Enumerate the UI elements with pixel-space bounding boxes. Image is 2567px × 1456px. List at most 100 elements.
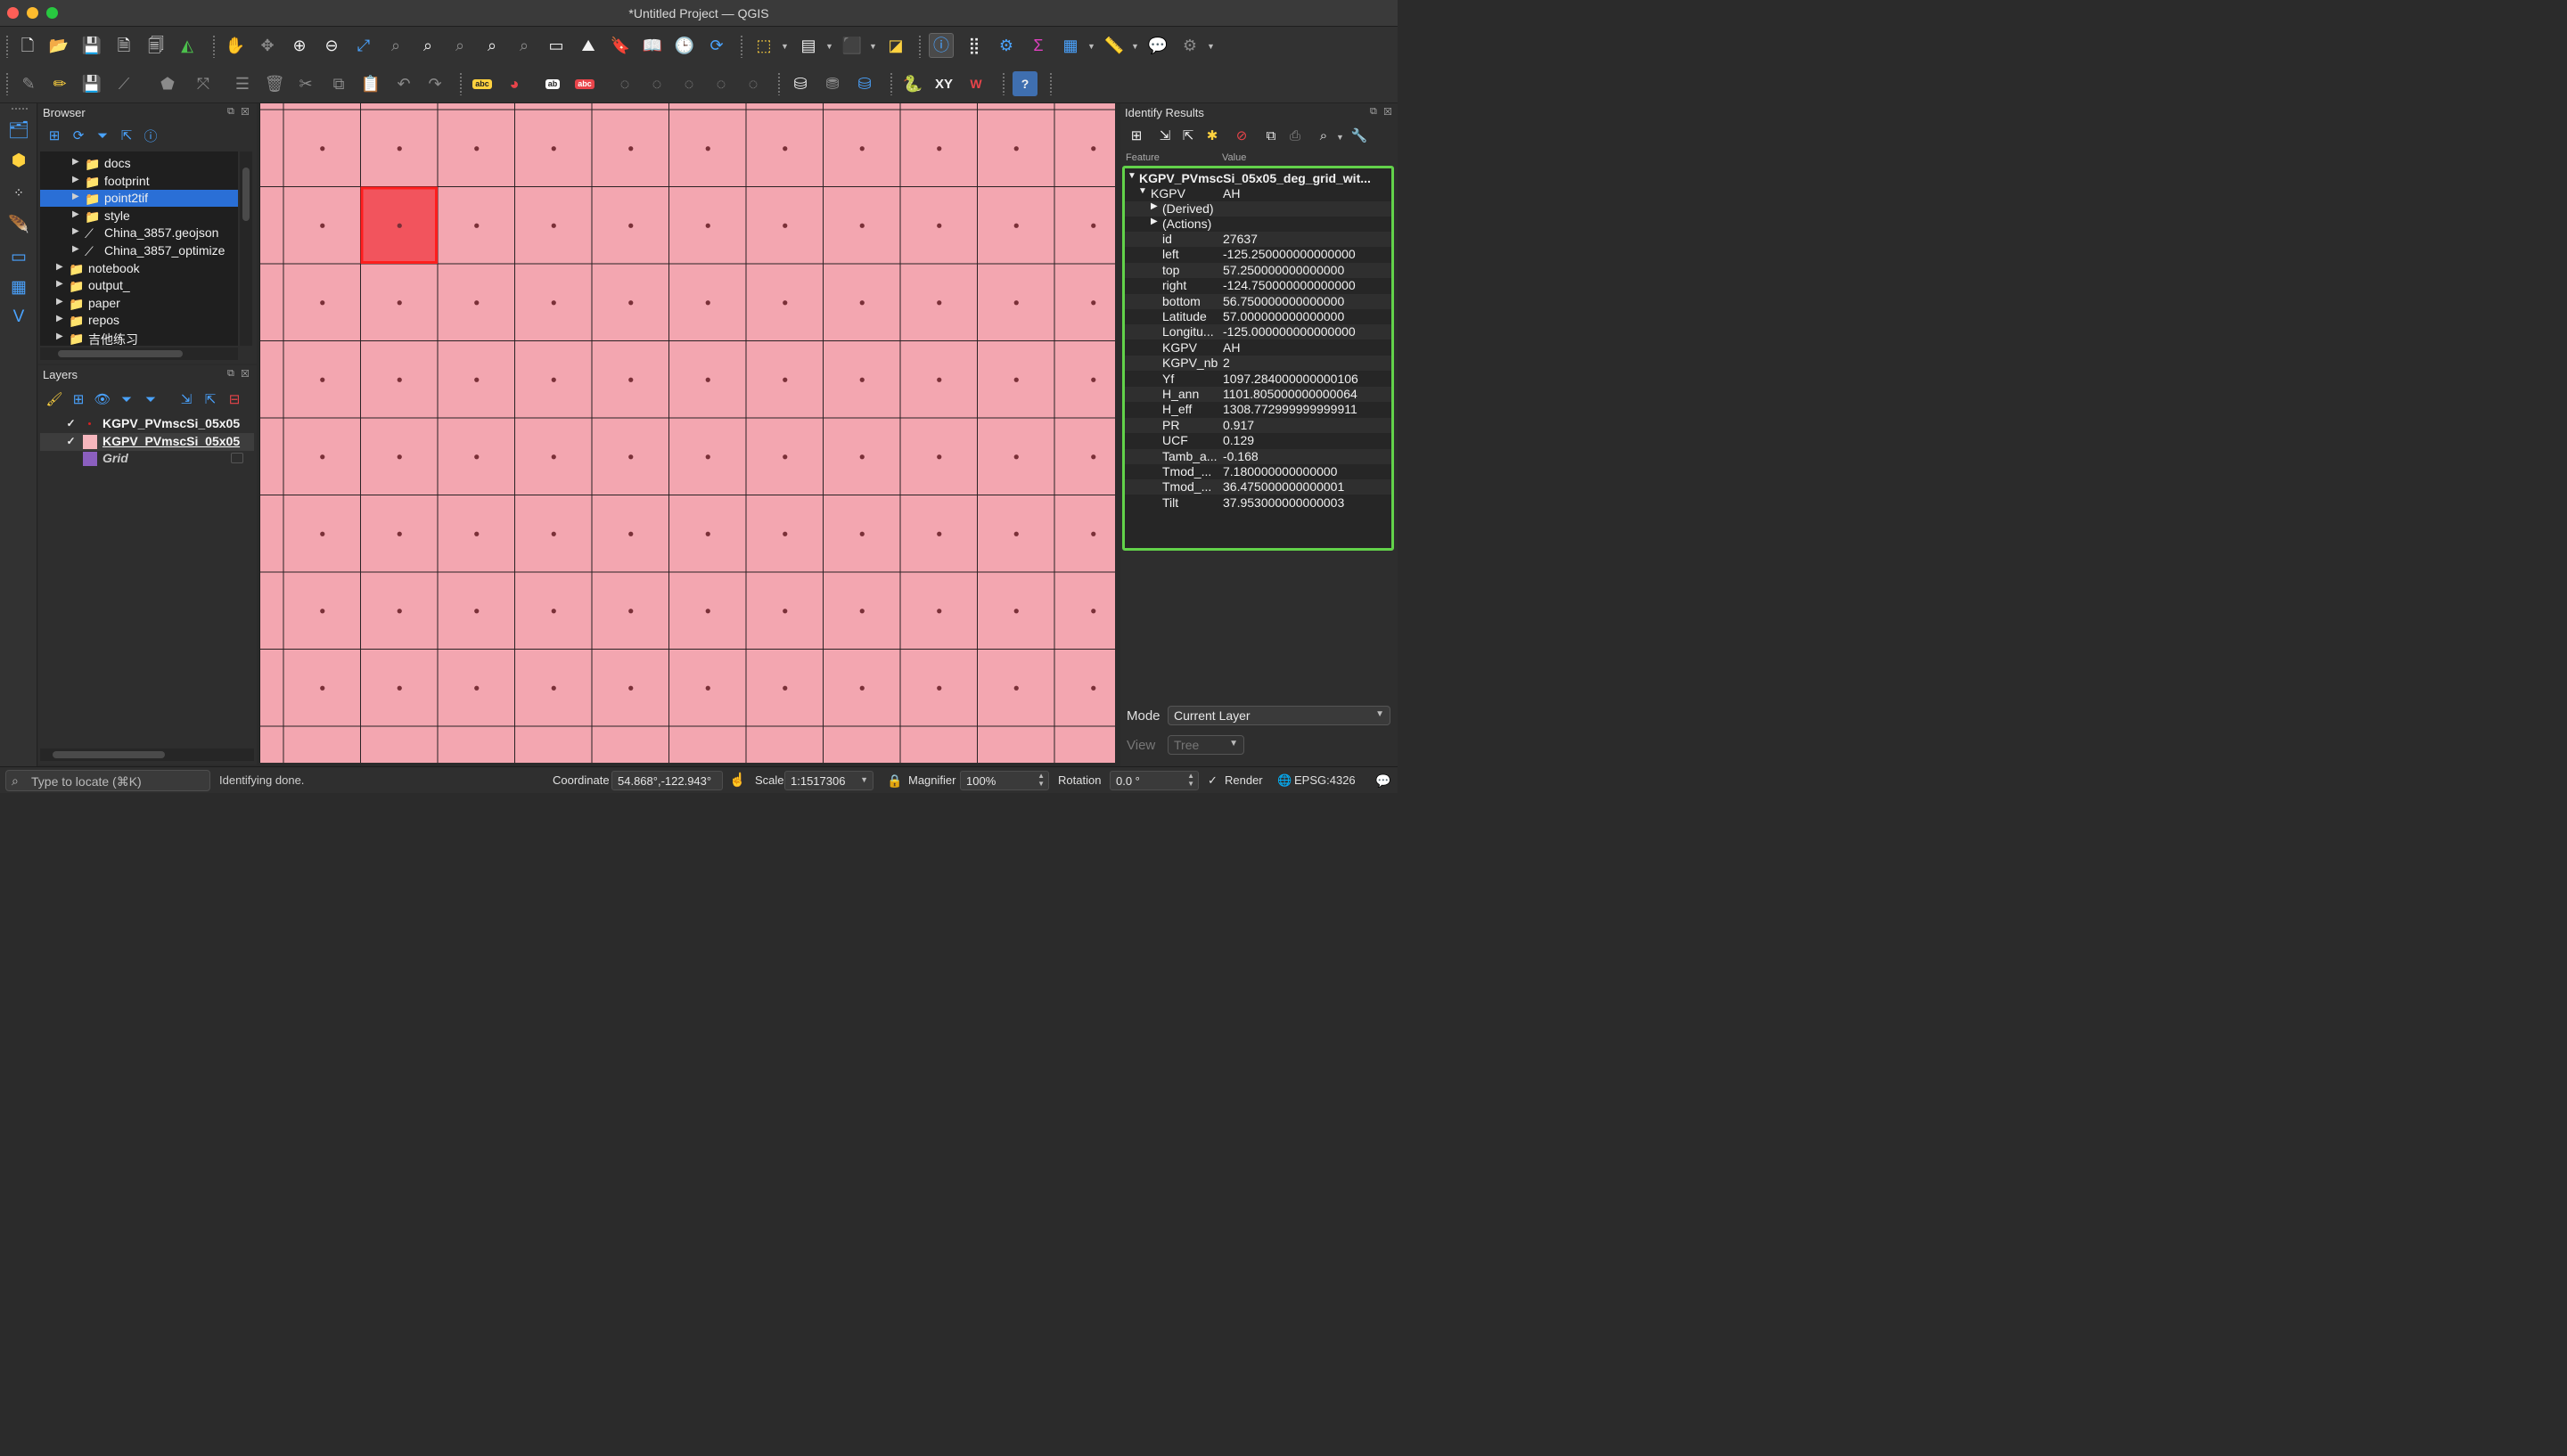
toolbar-grip[interactable] xyxy=(1002,72,1005,95)
grid-point[interactable] xyxy=(1013,454,1019,460)
change-label-icon[interactable]: ◌ xyxy=(709,71,734,96)
pin-labels-icon[interactable]: abc xyxy=(572,71,597,96)
grid-point[interactable] xyxy=(937,146,942,151)
grid-point[interactable] xyxy=(1091,454,1096,460)
attribute-row[interactable]: PR 0.917 xyxy=(1125,417,1391,433)
grid-point[interactable] xyxy=(474,454,480,460)
browser-item[interactable]: ▶ 📁 footprint xyxy=(40,173,238,190)
highlight-pinned-labels-icon[interactable]: ab xyxy=(540,71,565,96)
grid-cell[interactable] xyxy=(1054,495,1115,573)
actions-row[interactable]: ▶ (Actions) xyxy=(1125,217,1391,232)
new-map-view-icon[interactable]: ▭ xyxy=(544,33,569,58)
rotation-spinbox[interactable]: 0.0 ° ▲ ▼ xyxy=(1110,771,1199,790)
attribute-row[interactable]: right -124.750000000000000 xyxy=(1125,278,1391,293)
refresh-icon[interactable]: ⟳ xyxy=(70,127,87,144)
chevron-down-icon[interactable]: ▼ xyxy=(1336,133,1344,142)
filter-icon[interactable]: ⏷ xyxy=(94,127,111,144)
grid-cell[interactable] xyxy=(977,103,1055,110)
new-spatial-bookmark-icon[interactable]: 🔖 xyxy=(608,33,633,58)
grid-point[interactable] xyxy=(783,377,788,382)
grid-cell[interactable] xyxy=(283,725,361,763)
attribute-row[interactable]: bottom 56.750000000000000 xyxy=(1125,293,1391,309)
grid-point[interactable] xyxy=(551,685,556,691)
new-3d-map-view-icon[interactable]: ⛰ xyxy=(576,33,601,58)
grid-cell[interactable] xyxy=(977,725,1055,763)
grid-cell[interactable] xyxy=(437,103,515,110)
style-manager-icon[interactable]: ◭ xyxy=(175,33,200,58)
filter-legend-icon[interactable]: ⏷ xyxy=(118,390,135,408)
close-panel-icon[interactable]: ☒ xyxy=(241,368,250,380)
chevron-right-icon[interactable]: ▶ xyxy=(56,279,63,289)
derived-row[interactable]: ▶ (Derived) xyxy=(1125,201,1391,217)
grid-cell[interactable] xyxy=(360,103,439,110)
grid-point[interactable] xyxy=(859,377,865,382)
grid-point[interactable] xyxy=(551,531,556,536)
float-panel-icon[interactable]: ⧉ xyxy=(227,368,234,380)
scrollbar-thumb[interactable] xyxy=(242,168,250,221)
crs-button[interactable]: EPSG:4326 xyxy=(1294,773,1356,787)
grid-point[interactable] xyxy=(397,685,402,691)
grid-cell[interactable] xyxy=(668,725,747,763)
grid-cell[interactable] xyxy=(899,725,978,763)
grid-cell[interactable] xyxy=(1054,571,1115,650)
grid-point[interactable] xyxy=(1091,300,1096,306)
result-layer-row[interactable]: ▼ KGPV_PVmscSi_05x05_deg_grid_wit... xyxy=(1125,171,1391,186)
grid-point[interactable] xyxy=(1091,685,1096,691)
open-attribute-table-icon[interactable]: ⣿ xyxy=(962,33,987,58)
grid-cell[interactable] xyxy=(1054,263,1115,341)
pan-map-icon[interactable]: ✋ xyxy=(223,33,248,58)
new-temporary-layer-icon[interactable]: ⁘ xyxy=(6,180,31,205)
chevron-right-icon[interactable]: ▶ xyxy=(72,192,79,201)
chevron-down-icon[interactable]: ▼ xyxy=(1131,42,1139,51)
grid-point[interactable] xyxy=(628,223,634,228)
grid-cell[interactable] xyxy=(260,340,284,419)
add-vector-layer-icon[interactable]: V xyxy=(6,305,31,330)
grid-point[interactable] xyxy=(705,685,710,691)
grid-point[interactable] xyxy=(1013,609,1019,614)
chevron-down-icon[interactable]: ▼ xyxy=(825,42,833,51)
chevron-down-icon[interactable]: ▼ xyxy=(1207,42,1215,51)
grid-point[interactable] xyxy=(474,531,480,536)
grid-point[interactable] xyxy=(320,454,325,460)
grid-point[interactable] xyxy=(474,223,480,228)
grid-cell[interactable] xyxy=(360,725,439,763)
settings-wrench-icon[interactable]: 🔧 xyxy=(1350,127,1368,144)
grid-cell[interactable] xyxy=(591,103,669,110)
grid-point[interactable] xyxy=(1091,377,1096,382)
save-edits-icon[interactable]: 💾 xyxy=(79,71,104,96)
new-shapefile-icon[interactable]: 🪶 xyxy=(6,212,31,237)
chevron-right-icon[interactable]: ▶ xyxy=(56,331,63,341)
grid-point[interactable] xyxy=(937,531,942,536)
print-response-icon[interactable]: ⎙ xyxy=(1286,127,1304,144)
grid-point[interactable] xyxy=(474,609,480,614)
spin-arrows-icon[interactable]: ▲ ▼ xyxy=(1187,772,1194,788)
column-header-feature[interactable]: Feature xyxy=(1126,152,1160,163)
collapse-all-icon[interactable]: ⇱ xyxy=(118,127,135,144)
grid-cell[interactable] xyxy=(823,103,901,110)
attribute-row[interactable]: Tilt 37.953000000000003 xyxy=(1125,495,1391,511)
grid-cell[interactable] xyxy=(260,495,284,573)
map-tips-icon[interactable]: 💬 xyxy=(1145,33,1170,58)
result-feature-row[interactable]: ▼ KGPV AH xyxy=(1125,186,1391,201)
new-project-icon[interactable]: 🗋 xyxy=(15,33,40,58)
grid-cell[interactable] xyxy=(1054,340,1115,419)
attribute-row[interactable]: Latitude 57.000000000000000 xyxy=(1125,309,1391,324)
grid-point[interactable] xyxy=(705,531,710,536)
grid-point[interactable] xyxy=(1013,223,1019,228)
grid-point[interactable] xyxy=(705,223,710,228)
show-hide-labels-icon[interactable]: ◌ xyxy=(612,71,637,96)
grid-point[interactable] xyxy=(474,377,480,382)
grid-point[interactable] xyxy=(859,454,865,460)
grid-cell[interactable] xyxy=(1054,186,1115,265)
attribute-table-icon[interactable]: ▦ xyxy=(1058,33,1083,58)
grid-point[interactable] xyxy=(474,685,480,691)
coordinate-field[interactable]: 54.868°,-122.943° xyxy=(611,771,723,790)
browser-item[interactable]: ▶ ⟋ China_3857.geojson xyxy=(40,225,238,241)
db-manager-icon[interactable]: ⛁ xyxy=(788,71,813,96)
grid-point[interactable] xyxy=(937,377,942,382)
python-console-icon[interactable]: 🐍 xyxy=(900,71,925,96)
grid-point[interactable] xyxy=(705,609,710,614)
toolbar-grip[interactable] xyxy=(459,72,463,95)
zoom-native-icon[interactable]: ⌕ xyxy=(447,33,472,58)
attribute-row[interactable]: KGPV AH xyxy=(1125,340,1391,356)
